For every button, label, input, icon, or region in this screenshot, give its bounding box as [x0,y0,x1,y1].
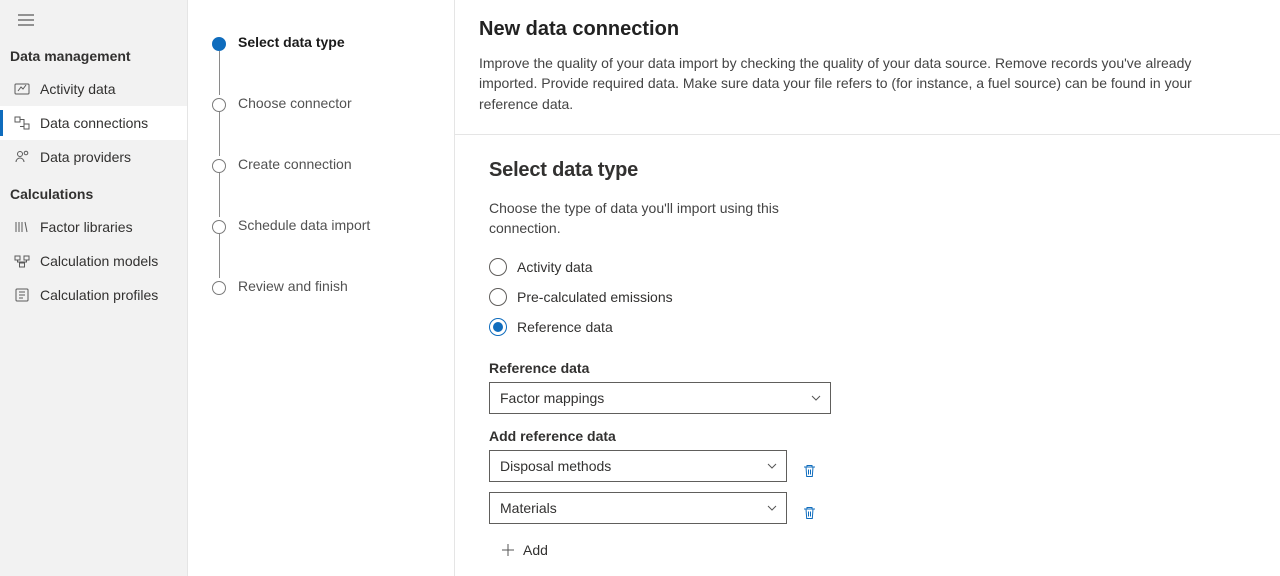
page-header: New data connection Improve the quality … [455,0,1280,135]
step-indicator-icon [212,159,226,173]
data-providers-icon [14,149,30,165]
step-label: Schedule data import [238,217,370,233]
added-reference-row: Disposal methods [489,450,1256,492]
radio-icon [489,318,507,336]
reference-data-label: Reference data [489,360,1256,376]
select-value: Factor mappings [500,390,604,406]
step-connector [219,234,220,278]
form-description: Choose the type of data you'll import us… [489,198,789,239]
step-indicator-icon [212,220,226,234]
sidebar-item-factor-libraries[interactable]: Factor libraries [0,210,187,244]
step-connector [219,51,220,95]
data-connections-icon [14,115,30,131]
sidebar-item-label: Calculation models [40,253,158,269]
step-indicator-icon [212,98,226,112]
data-type-radio-group: Activity data Pre-calculated emissions R… [489,258,1256,336]
added-reference-row: Materials [489,492,1256,534]
added-reference-select[interactable]: Disposal methods [489,450,787,482]
step-label: Create connection [238,156,352,172]
radio-pre-calculated-emissions[interactable]: Pre-calculated emissions [489,288,1256,306]
sidebar-item-calculation-models[interactable]: Calculation models [0,244,187,278]
radio-icon [489,288,507,306]
chevron-down-icon [810,392,822,404]
sidebar-item-label: Data providers [40,149,131,165]
sidebar-item-label: Activity data [40,81,115,97]
radio-icon [489,258,507,276]
add-reference-data-label: Add reference data [489,428,1256,444]
sidebar-item-label: Factor libraries [40,219,133,235]
main-content: New data connection Improve the quality … [455,0,1280,576]
select-value: Materials [500,500,557,516]
chevron-down-icon [766,460,778,472]
step-select-data-type[interactable]: Select data type [212,34,454,51]
reference-data-select[interactable]: Factor mappings [489,382,831,414]
form-area: Select data type Choose the type of data… [455,135,1280,576]
activity-data-icon [14,81,30,97]
select-value: Disposal methods [500,458,611,474]
sidebar-section-data-management: Data management [0,36,187,72]
add-reference-button[interactable]: Add [489,536,1256,564]
sidebar: Data management Activity data Data conne… [0,0,188,576]
added-reference-select[interactable]: Materials [489,492,787,524]
sidebar-item-activity-data[interactable]: Activity data [0,72,187,106]
sidebar-item-data-providers[interactable]: Data providers [0,140,187,174]
step-label: Choose connector [238,95,352,111]
form-title: Select data type [489,159,1256,182]
radio-activity-data[interactable]: Activity data [489,258,1256,276]
stepper: Select data type Choose connector Create… [188,0,455,576]
delete-reference-button[interactable] [795,499,823,527]
factor-libraries-icon [14,219,30,235]
trash-icon [802,505,817,521]
page-title: New data connection [479,18,1256,41]
chevron-down-icon [766,502,778,514]
sidebar-item-label: Calculation profiles [40,287,158,303]
step-connector [219,112,220,156]
sidebar-item-calculation-profiles[interactable]: Calculation profiles [0,278,187,312]
step-indicator-icon [212,37,226,51]
step-schedule-data-import[interactable]: Schedule data import [212,217,454,234]
hamburger-menu-button[interactable] [0,0,187,36]
plus-icon [501,543,515,557]
calculation-profiles-icon [14,287,30,303]
step-connector [219,173,220,217]
radio-label: Activity data [517,259,592,275]
step-choose-connector[interactable]: Choose connector [212,95,454,112]
sidebar-section-calculations: Calculations [0,174,187,210]
radio-label: Pre-calculated emissions [517,289,673,305]
delete-reference-button[interactable] [795,457,823,485]
sidebar-item-data-connections[interactable]: Data connections [0,106,187,140]
calculation-models-icon [14,253,30,269]
step-indicator-icon [212,281,226,295]
step-create-connection[interactable]: Create connection [212,156,454,173]
radio-reference-data[interactable]: Reference data [489,318,1256,336]
hamburger-icon [18,14,34,26]
add-button-label: Add [523,542,548,558]
step-label: Review and finish [238,278,348,294]
step-review-and-finish[interactable]: Review and finish [212,278,454,295]
step-label: Select data type [238,34,345,50]
radio-label: Reference data [517,319,613,335]
page-description: Improve the quality of your data import … [479,53,1239,114]
sidebar-item-label: Data connections [40,115,148,131]
trash-icon [802,463,817,479]
